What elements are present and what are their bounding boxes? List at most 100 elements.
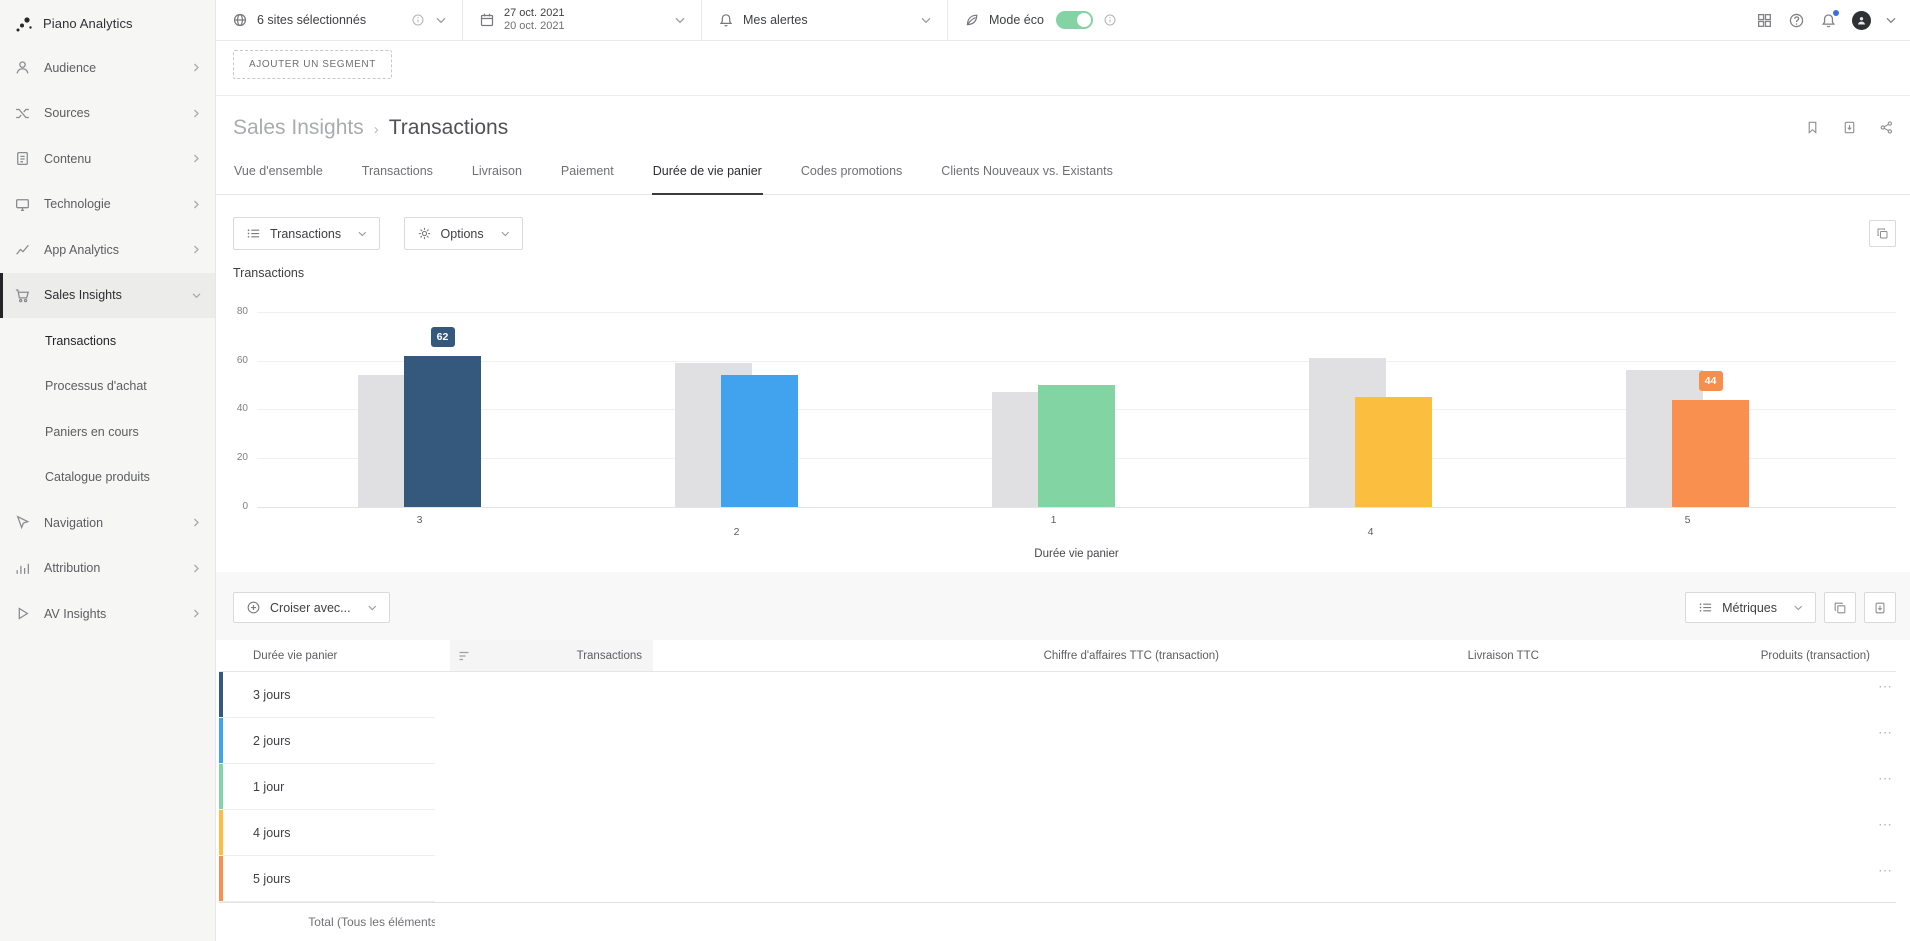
table-row: 1 jour5047+3+6,4 %7 050,10 €7 128,90 €-7…: [219, 764, 1896, 810]
shuffle-icon: [14, 105, 31, 122]
sidebar-item-technologie[interactable]: Technologie: [0, 182, 215, 228]
metric-dropdown[interactable]: Transactions: [233, 217, 380, 250]
row-menu-icon[interactable]: ⋯: [1878, 771, 1893, 785]
table-row: 3 jours6254+8+14,8 %8 261,60 €7 400,50 €…: [219, 672, 1896, 718]
tab-1[interactable]: Transactions: [361, 164, 434, 195]
row-menu-icon[interactable]: ⋯: [1878, 725, 1893, 739]
sidebar-item-paniers-en-cours[interactable]: Paniers en cours: [0, 409, 215, 455]
table-row: 2 jours5459-5-8,5 %7 652,40 €8 313,20 €-…: [219, 718, 1896, 764]
chevron-right-icon: [192, 200, 201, 209]
segment-bar: AJOUTER UN SEGMENT: [216, 41, 1910, 96]
help-icon[interactable]: [1788, 12, 1805, 29]
copy-chart-button[interactable]: [1869, 220, 1896, 247]
column-header-0[interactable]: Durée vie panier: [219, 640, 450, 671]
croiser-avec-label: Croiser avec...: [270, 601, 351, 615]
sidebar-item-processus-achat[interactable]: Processus d'achat: [0, 364, 215, 410]
row-color-strip: [219, 810, 223, 855]
person-icon: [14, 59, 31, 76]
topbar: 6 sites sélectionnés 27 oct. 2021 20 oct…: [216, 0, 1910, 41]
row-menu-icon[interactable]: ⋯: [1878, 863, 1893, 877]
sidebar-item-label: Technologie: [44, 197, 192, 211]
sidebar-item-label: Sources: [44, 106, 192, 120]
column-header-2[interactable]: Chiffre d'affaires TTC (transaction): [653, 640, 1230, 671]
apps-grid-icon[interactable]: [1756, 12, 1773, 29]
sidebar-item-av-insights[interactable]: AV Insights: [0, 591, 215, 637]
chevron-right-icon: [192, 63, 201, 72]
site-selector[interactable]: 6 sites sélectionnés: [216, 0, 463, 40]
date-range-picker[interactable]: 27 oct. 2021 20 oct. 2021: [463, 0, 702, 40]
chevron-down-icon[interactable]: [1886, 12, 1896, 29]
column-header-3[interactable]: Livraison TTC: [1230, 640, 1550, 671]
chart-y-tick: 80: [216, 306, 248, 317]
options-dropdown[interactable]: Options: [404, 217, 523, 250]
options-dropdown-label: Options: [441, 227, 484, 241]
tab-2[interactable]: Livraison: [471, 164, 523, 195]
row-menu-icon[interactable]: ⋯: [1878, 817, 1893, 831]
sidebar-item-app-analytics[interactable]: App Analytics: [0, 227, 215, 273]
row-menu-cell: [1881, 903, 1896, 940]
tab-0[interactable]: Vue d'ensemble: [233, 164, 324, 195]
user-avatar[interactable]: [1852, 11, 1871, 30]
chevron-down-icon[interactable]: [675, 17, 685, 24]
metriques-dropdown[interactable]: Métriques: [1685, 592, 1816, 623]
breadcrumb-section[interactable]: Sales Insights: [233, 116, 364, 140]
sidebar-item-catalogue-produits[interactable]: Catalogue produits: [0, 455, 215, 501]
chevron-down-icon: [368, 605, 377, 611]
sidebar-item-contenu[interactable]: Contenu: [0, 136, 215, 182]
chevron-down-icon[interactable]: [436, 17, 446, 24]
bar-chart-icon: [14, 560, 31, 577]
sidebar-item-sources[interactable]: Sources: [0, 91, 215, 137]
page-header: Sales Insights › Transactions Vue d'ense…: [216, 96, 1910, 195]
sidebar-item-audience[interactable]: Audience: [0, 45, 215, 91]
sidebar-item-attribution[interactable]: Attribution: [0, 546, 215, 592]
tab-4[interactable]: Durée de vie panier: [652, 164, 763, 195]
info-icon[interactable]: [1103, 13, 1117, 27]
download-table-button[interactable]: [1864, 592, 1896, 623]
header-actions: [1805, 120, 1894, 135]
bar-current-period[interactable]: [1038, 385, 1115, 507]
tab-3[interactable]: Paiement: [560, 164, 615, 195]
column-header-4[interactable]: Produits (transaction): [1550, 640, 1881, 671]
chevron-down-icon[interactable]: [921, 17, 931, 24]
sidebar-item-sales-insights[interactable]: Sales Insights: [0, 273, 215, 319]
cursor-icon: [14, 514, 31, 531]
bar-current-period[interactable]: [1355, 397, 1432, 507]
info-icon[interactable]: [411, 13, 425, 27]
total-row-label: Total (Tous les éléments): [219, 903, 450, 940]
table-cell: 7384-11-13,1 %: [1550, 718, 1881, 763]
list-icon: [1698, 600, 1713, 615]
chart-y-tick: 0: [216, 501, 248, 512]
calendar-icon: [479, 12, 495, 28]
chevron-right-icon: [192, 518, 201, 527]
eco-mode-toggle[interactable]: [1056, 11, 1093, 29]
add-segment-button[interactable]: AJOUTER UN SEGMENT: [233, 50, 392, 79]
sidebar-item-transactions[interactable]: Transactions: [0, 318, 215, 364]
play-icon: [14, 605, 31, 622]
share-icon[interactable]: [1879, 120, 1894, 135]
sort-icon[interactable]: [458, 650, 471, 662]
copy-table-button[interactable]: [1824, 592, 1856, 623]
notification-dot: [1833, 10, 1839, 16]
chart-x-tick: 5: [1658, 514, 1718, 526]
row-label: 3 jours: [219, 672, 450, 717]
tab-bar: Vue d'ensemble Transactions Livraison Paiem…: [233, 164, 1114, 195]
tab-5[interactable]: Codes promotions: [800, 164, 903, 195]
bar-current-period[interactable]: [404, 356, 481, 507]
row-label: 2 jours: [219, 718, 450, 763]
alerts-dropdown[interactable]: Mes alertes: [702, 0, 948, 40]
column-header-1[interactable]: Transactions: [450, 640, 653, 671]
bar-current-period[interactable]: [721, 375, 798, 507]
app-logo[interactable]: Piano Analytics: [0, 0, 215, 34]
bar-current-period[interactable]: [1672, 400, 1749, 507]
chart-y-tick: 40: [216, 403, 248, 414]
tab-6[interactable]: Clients Nouveaux vs. Existants: [940, 164, 1114, 195]
list-icon: [246, 226, 261, 241]
table-cell: 7663+13+20,6 %: [1550, 764, 1881, 809]
notifications-bell-icon[interactable]: [1820, 12, 1837, 29]
row-menu-icon[interactable]: ⋯: [1878, 679, 1893, 693]
bookmark-icon[interactable]: [1805, 120, 1820, 135]
sidebar-item-navigation[interactable]: Navigation: [0, 500, 215, 546]
metric-dropdown-label: Transactions: [270, 227, 341, 241]
croiser-avec-dropdown[interactable]: Croiser avec...: [233, 592, 390, 623]
export-icon[interactable]: [1842, 120, 1857, 135]
